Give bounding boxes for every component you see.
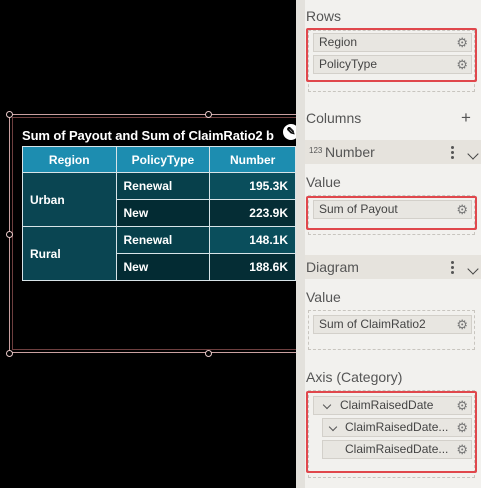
chevron-down-icon[interactable]: [467, 145, 479, 161]
columns-section-title: Columns: [306, 110, 362, 126]
highlight-box: [306, 28, 477, 82]
value-cell: 223.9K: [209, 199, 296, 227]
value-cell: 148.1K: [209, 226, 296, 254]
visual-title: Sum of Payout and Sum of ClaimRatio2 b: [22, 128, 274, 143]
field-wells-panel: Rows Region ⚙ PolicyType ⚙ Columns + 123…: [296, 0, 481, 488]
value-cell: 195.3K: [209, 172, 296, 200]
highlight-box: [306, 391, 477, 473]
add-icon[interactable]: +: [461, 108, 471, 128]
more-options-icon[interactable]: [451, 146, 454, 161]
number-label: Number: [325, 144, 375, 160]
value-section-title: Value: [306, 174, 341, 190]
table-row: Rural Renewal 148.1K: [22, 226, 296, 281]
highlight-box: [306, 196, 477, 230]
edit-badge-icon[interactable]: ✎: [283, 124, 296, 140]
rows-section-title: Rows: [306, 8, 342, 24]
resize-handle-bottom[interactable]: [205, 350, 212, 357]
resize-handle-bottom-left[interactable]: [6, 350, 13, 357]
numeric-type-icon: 123: [309, 146, 323, 155]
row-header-policytype[interactable]: Renewal: [115, 172, 211, 200]
field-pill-sum-of-claimratio2[interactable]: Sum of ClaimRatio2 ⚙: [313, 315, 472, 334]
value-section-title: Value: [306, 289, 341, 305]
report-canvas[interactable]: Sum of Payout and Sum of ClaimRatio2 b ✎…: [0, 0, 296, 488]
pivot-table: Region PolicyType Number Urban Renewal 1…: [22, 146, 296, 281]
resize-handle-top-left[interactable]: [6, 111, 13, 118]
more-options-icon[interactable]: [451, 261, 454, 276]
column-header-region[interactable]: Region: [22, 146, 117, 173]
field-pill-label: Sum of ClaimRatio2: [319, 317, 426, 331]
diagram-section-title: Diagram: [306, 259, 359, 275]
resize-handle-top[interactable]: [205, 111, 212, 118]
column-header-number[interactable]: Number: [209, 146, 296, 173]
gear-icon[interactable]: ⚙: [456, 316, 468, 333]
value-cell: 188.6K: [209, 253, 296, 281]
chevron-down-icon[interactable]: [467, 260, 479, 276]
axis-category-section-title: Axis (Category): [306, 369, 403, 385]
row-header-policytype[interactable]: New: [115, 253, 211, 281]
row-header-region[interactable]: Urban: [22, 172, 117, 227]
table-row: Urban Renewal 195.3K: [22, 172, 296, 227]
resize-handle-left[interactable]: [6, 231, 13, 238]
row-header-region[interactable]: Rural: [22, 226, 117, 281]
row-header-policytype[interactable]: Renewal: [115, 226, 211, 254]
column-header-policytype[interactable]: PolicyType: [115, 146, 211, 173]
row-header-policytype[interactable]: New: [115, 199, 211, 227]
